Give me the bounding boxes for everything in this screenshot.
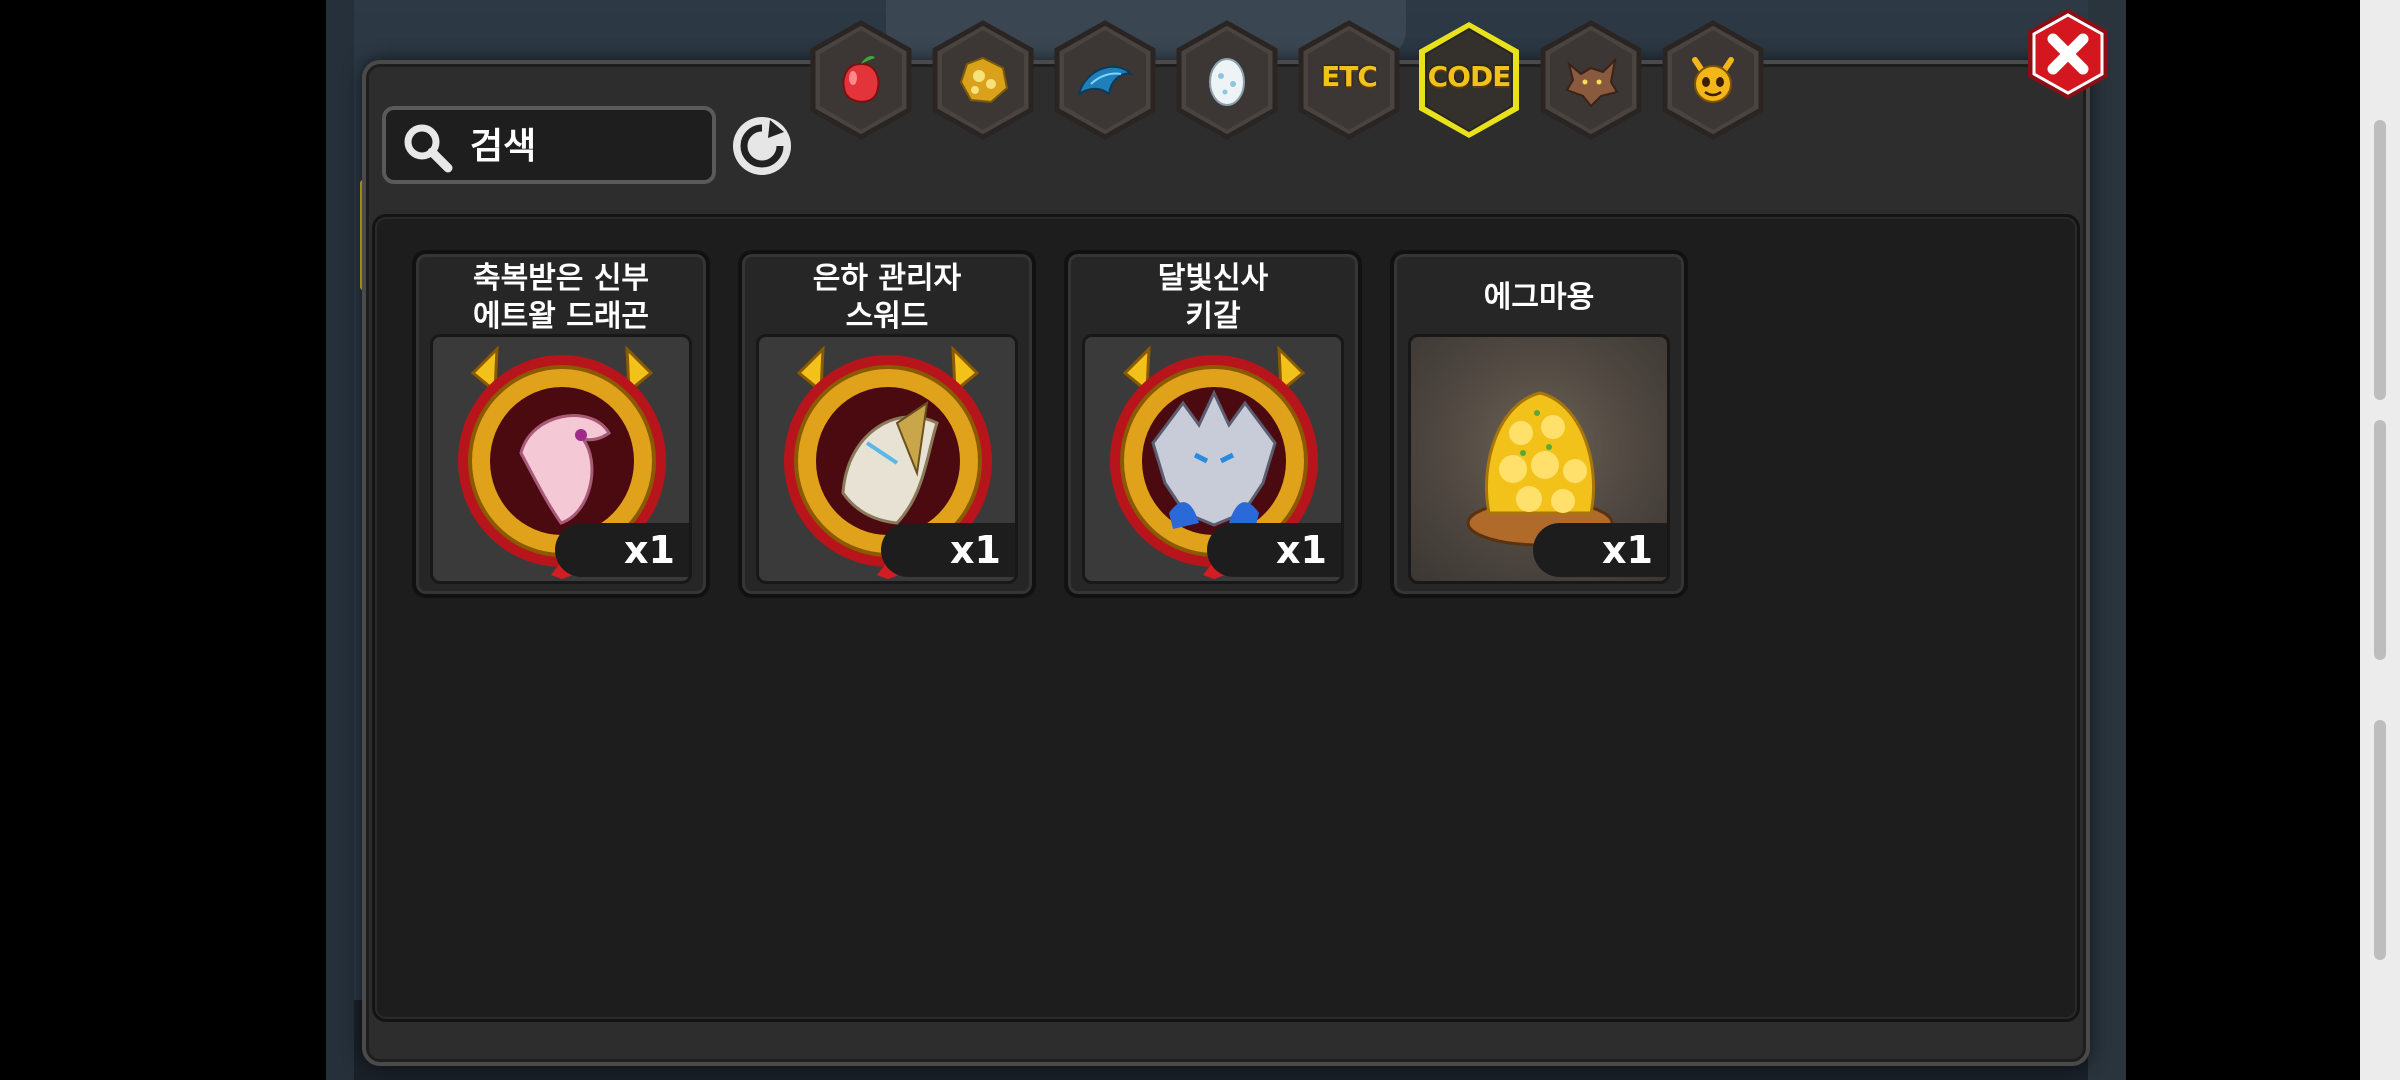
item-name-line1: 달빛신사 <box>1157 261 1269 296</box>
tab-etc-label: ETC <box>1321 60 1378 93</box>
tab-emote[interactable] <box>1660 20 1766 140</box>
item-slot: x1 <box>1082 334 1344 584</box>
item-card[interactable]: 에그마용 x1 <box>1390 250 1688 598</box>
item-slot: x1 <box>430 334 692 584</box>
game-screen: ETC CODE <box>0 0 2400 1080</box>
backdrop-edge <box>2088 0 2126 1080</box>
tab-scale[interactable] <box>1052 20 1158 140</box>
rail-bar <box>2374 420 2386 660</box>
rail-bar <box>2374 720 2386 960</box>
refresh-icon[interactable] <box>730 114 794 178</box>
item-name: 달빛신사 키갈 <box>1068 258 1358 338</box>
fruit-icon <box>842 56 880 103</box>
item-card[interactable]: 은하 관리자 스워드 x1 <box>738 250 1036 598</box>
rail-bar <box>2374 120 2386 400</box>
tab-code-label: CODE <box>1427 60 1512 93</box>
item-slot: x1 <box>1408 334 1670 584</box>
backdrop-stripe <box>326 0 354 1080</box>
dragon-scale-icon <box>1077 65 1135 97</box>
item-slot: x1 <box>756 334 1018 584</box>
search-input[interactable] <box>470 118 700 174</box>
item-quantity: x1 <box>881 523 1015 577</box>
item-quantity: x1 <box>555 523 689 577</box>
item-name-line1: 에그마용 <box>1483 280 1595 315</box>
item-quantity: x1 <box>1207 523 1341 577</box>
tab-beast[interactable] <box>1538 20 1644 140</box>
search-icon <box>404 124 453 173</box>
item-name-line1: 은하 관리자 <box>812 261 962 296</box>
system-scroll-rail <box>2360 0 2400 1080</box>
item-card[interactable]: 달빛신사 키갈 x1 <box>1064 250 1362 598</box>
item-quantity: x1 <box>1533 523 1667 577</box>
item-name-line2: 키갈 <box>1185 299 1241 334</box>
horned-face-icon <box>1692 57 1734 103</box>
item-name: 에그마용 <box>1394 258 1684 338</box>
tab-etc[interactable]: ETC <box>1296 20 1402 140</box>
tab-fruit[interactable] <box>808 20 914 140</box>
tab-code[interactable]: CODE <box>1416 20 1522 140</box>
tab-gold[interactable] <box>930 20 1036 140</box>
item-card[interactable]: 축복받은 신부 에트왈 드래곤 x1 <box>412 250 710 598</box>
tab-egg[interactable] <box>1174 20 1280 140</box>
gold-ore-icon <box>959 56 1009 104</box>
item-name-line2: 스워드 <box>845 299 929 334</box>
item-name: 축복받은 신부 에트왈 드래곤 <box>416 258 706 338</box>
item-name: 은하 관리자 스워드 <box>742 258 1032 338</box>
egg-icon <box>1209 58 1245 106</box>
search-box[interactable] <box>382 106 716 184</box>
item-name-line2: 에트왈 드래곤 <box>472 299 650 334</box>
wolf-head-icon <box>1565 57 1619 108</box>
close-icon[interactable] <box>2024 6 2112 102</box>
item-name-line1: 축복받은 신부 <box>472 261 650 296</box>
